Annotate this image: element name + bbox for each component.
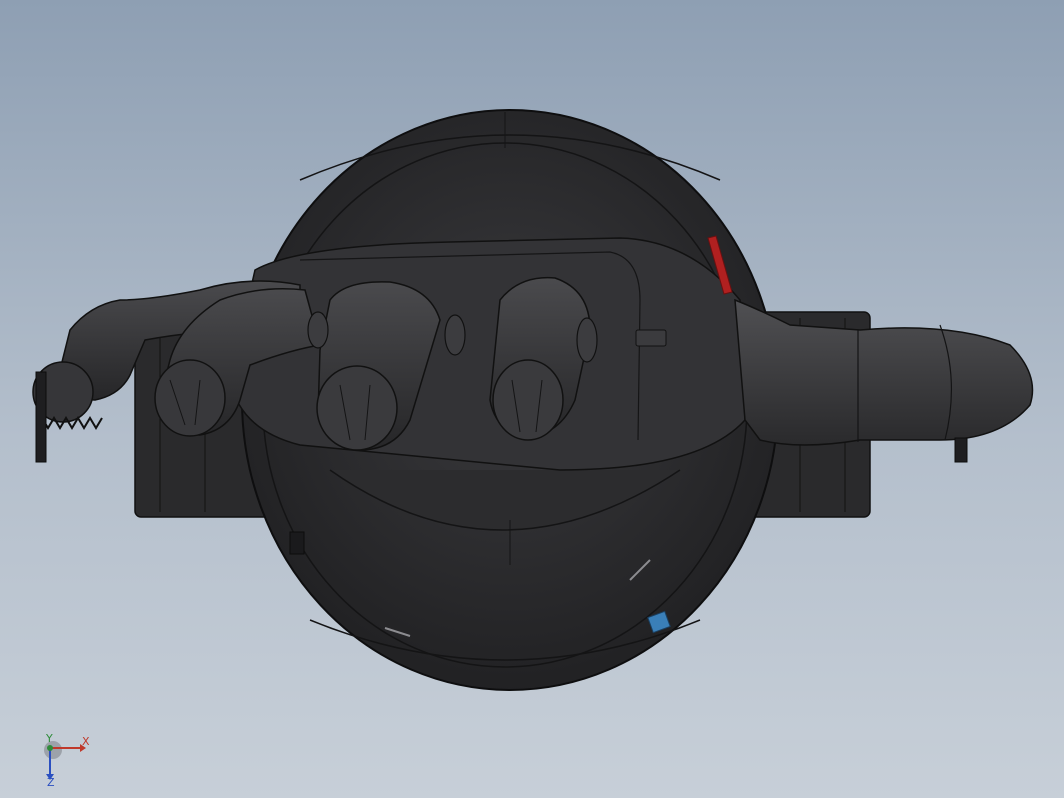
coordinate-triad: X Y Z [38, 730, 98, 789]
z-axis-label: Z [47, 776, 55, 786]
small-tab [289, 531, 305, 555]
cad-viewport[interactable]: X Y Z [0, 0, 1064, 798]
hand-model[interactable] [0, 0, 1064, 798]
palm-body[interactable] [229, 237, 746, 471]
y-axis-label: Y [45, 732, 53, 745]
y-axis-dot [47, 745, 53, 751]
finger-thumb[interactable] [734, 298, 1034, 463]
x-axis-label: X [82, 735, 90, 748]
